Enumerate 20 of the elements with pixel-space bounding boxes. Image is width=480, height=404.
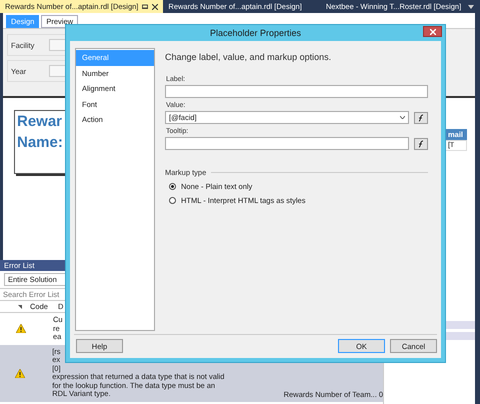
sort-icon[interactable] (18, 304, 22, 308)
warning-icon (15, 368, 26, 378)
function-icon (417, 114, 425, 122)
input-field[interactable] (165, 137, 409, 150)
expression-button[interactable] (414, 112, 428, 124)
warning-icon (16, 324, 26, 334)
input-field[interactable] (165, 85, 428, 98)
expression-button[interactable] (414, 138, 428, 150)
close-button[interactable] (423, 26, 442, 37)
chevron-icon[interactable] (400, 116, 405, 119)
close-icon (430, 28, 436, 34)
function-icon (417, 140, 425, 148)
report-title: Name: (16, 133, 64, 153)
dialog-title: Placeholder Properties (210, 28, 302, 38)
close-icon[interactable] (152, 4, 158, 10)
page-heading: Change label, value, and markup options. (165, 52, 332, 62)
report-title: Rewar (16, 112, 64, 132)
radio-button[interactable] (169, 183, 176, 190)
dropdown-icon[interactable] (468, 4, 474, 8)
radio-button[interactable] (169, 197, 176, 204)
